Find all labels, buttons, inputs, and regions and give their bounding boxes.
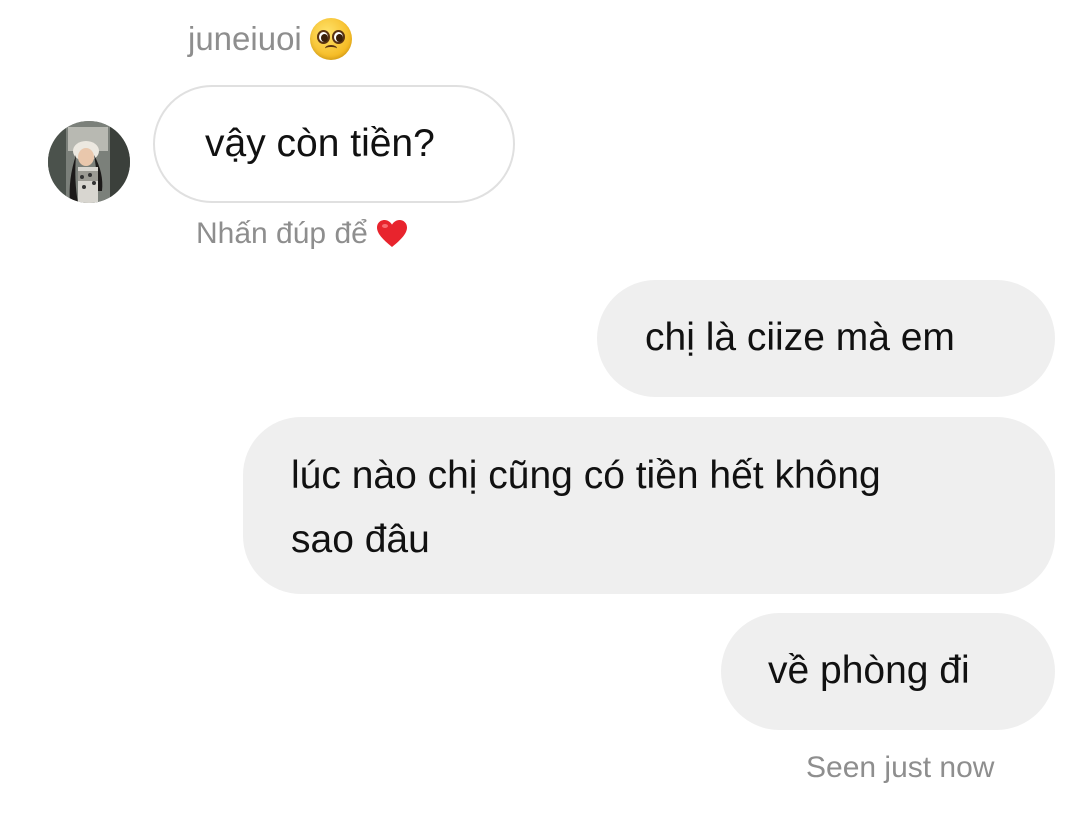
outgoing-message-text-line: sao đâu: [291, 518, 430, 561]
sender-name: juneiuoi: [188, 20, 302, 57]
pleading-face-emoji-icon: [309, 18, 352, 60]
incoming-message-text: vậy còn tiền?: [205, 122, 435, 165]
outgoing-message-text: về phòng đi: [768, 649, 970, 692]
incoming-message-bubble[interactable]: vậy còn tiền?: [153, 85, 515, 203]
outgoing-message-text: chị là ciize mà em: [645, 316, 955, 359]
avatar[interactable]: [48, 121, 130, 203]
reaction-hint: Nhấn đúp để: [196, 212, 408, 256]
heart-icon: [376, 219, 408, 249]
outgoing-message-bubble[interactable]: chị là ciize mà em: [597, 280, 1055, 397]
sender-name-row: juneiuoi: [188, 14, 352, 64]
reaction-hint-label: Nhấn đúp để: [196, 217, 368, 250]
outgoing-message-bubble[interactable]: lúc nào chị cũng có tiền hết không sao đ…: [243, 417, 1055, 594]
outgoing-message-bubble[interactable]: về phòng đi: [721, 613, 1055, 730]
seen-status: Seen just now: [806, 751, 995, 784]
outgoing-message-text-line: lúc nào chị cũng có tiền hết không: [291, 454, 881, 497]
